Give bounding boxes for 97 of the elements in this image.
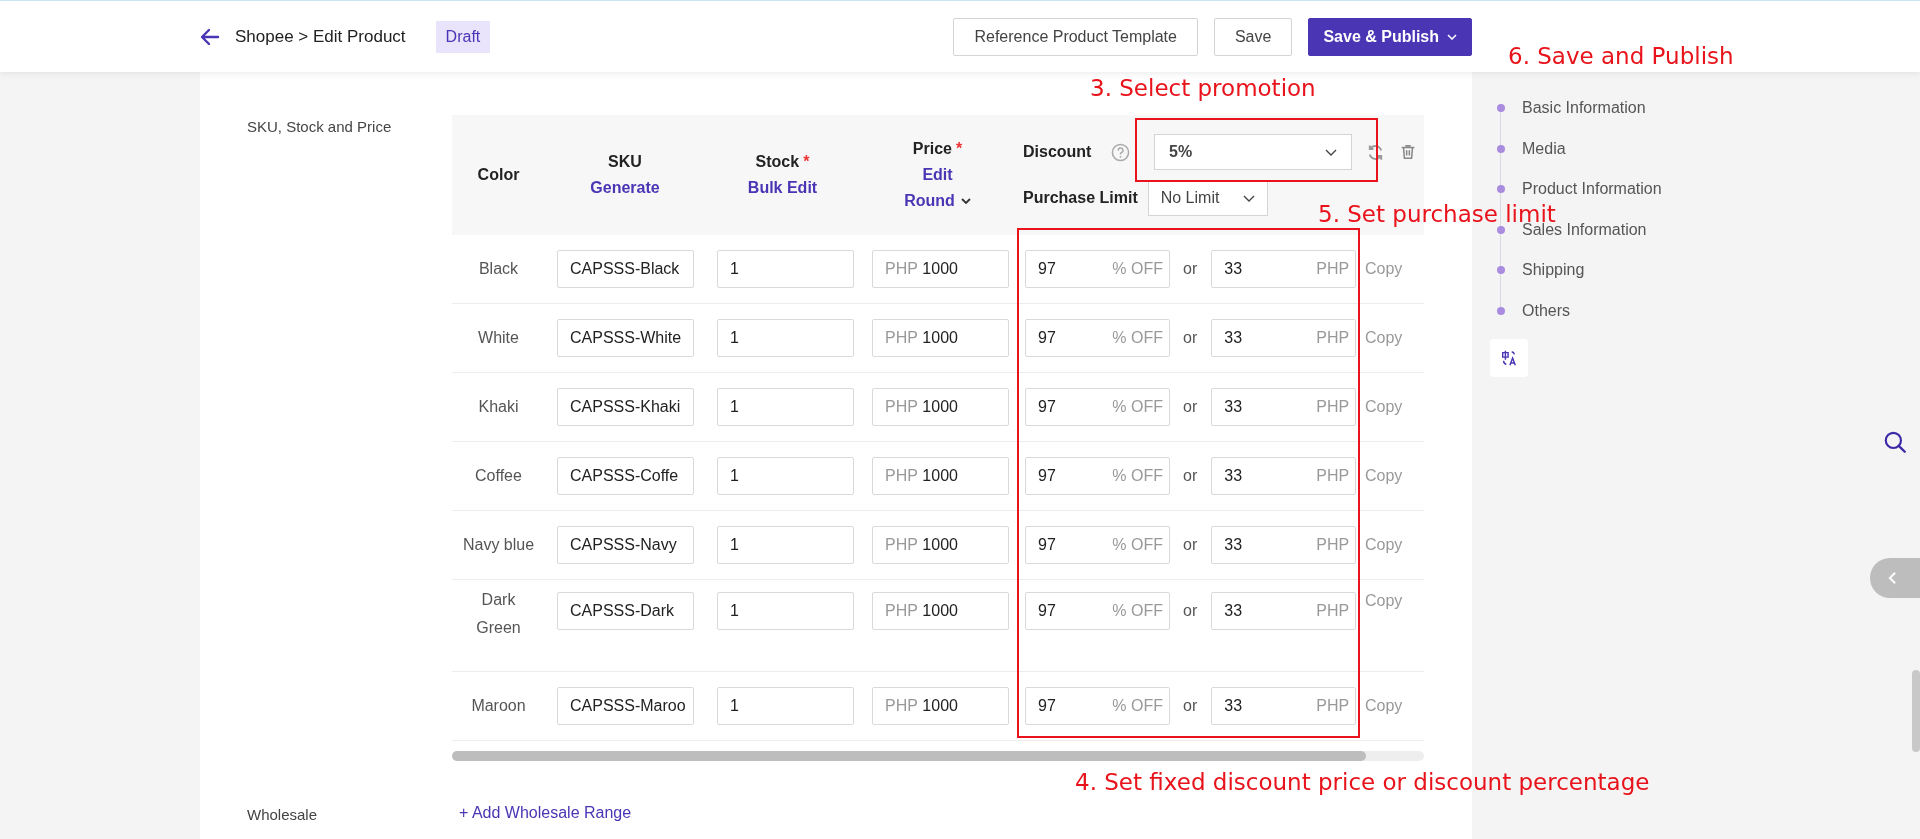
color-cell-text: Black <box>477 260 520 278</box>
timeline-dot <box>1497 104 1505 113</box>
discount-price-field[interactable]: 33 PHP <box>1211 388 1357 426</box>
discount-select[interactable]: 5% <box>1154 134 1352 170</box>
or-text: or <box>1183 329 1198 347</box>
chevron-down-icon <box>1242 194 1255 202</box>
timeline-dot <box>1497 144 1505 153</box>
sku-field[interactable]: CAPSSS-Navy <box>557 526 694 564</box>
stock-field[interactable]: 1 <box>717 319 854 357</box>
stock-field[interactable]: 1 <box>717 457 854 495</box>
sku-field[interactable]: CAPSSS-Dark <box>557 592 694 630</box>
or-text: or <box>1183 536 1198 554</box>
refresh-icon[interactable] <box>1366 142 1385 162</box>
color-cell-text: Khaki <box>477 398 520 416</box>
stock-field[interactable]: 1 <box>717 687 854 725</box>
help-icon[interactable] <box>1111 142 1130 162</box>
color-cell-text: White <box>477 329 520 347</box>
stock-field[interactable]: 1 <box>717 526 854 564</box>
vertical-scrollbar[interactable] <box>1912 670 1920 752</box>
price-field[interactable]: PHP 1000 <box>872 250 1009 288</box>
translate-icon <box>1500 349 1518 367</box>
discount-percent-field[interactable]: 97 % OFF <box>1025 687 1170 725</box>
color-cell-text: Navy blue <box>461 536 536 554</box>
annotation-text: 6. Save and Publish <box>1508 44 1734 70</box>
discount-price-field[interactable]: 33 PHP <box>1211 526 1357 564</box>
section-label: SKU, Stock and Price <box>247 117 393 137</box>
add-wholesale-link[interactable]: + Add Wholesale Range <box>459 804 632 822</box>
header-button[interactable]: Save <box>1213 17 1293 56</box>
annotation-text: 4. Set fixed discount price or discount percentage <box>1075 770 1650 796</box>
section-nav-item[interactable]: Media <box>1522 139 1566 158</box>
discount-label: Discount <box>1023 143 1093 161</box>
column-header: Price * <box>912 140 963 158</box>
discount-percent-field[interactable]: 97 % OFF <box>1025 457 1170 495</box>
sku-field[interactable]: CAPSSS-White <box>557 319 694 357</box>
purchase-limit-label: Purchase Limit <box>1023 189 1138 207</box>
stock-field[interactable]: 1 <box>717 250 854 288</box>
section-nav-item[interactable]: Product Information <box>1522 180 1662 199</box>
discount-percent-field[interactable]: 97 % OFF <box>1025 250 1170 288</box>
discount-percent-field[interactable]: 97 % OFF <box>1025 388 1170 426</box>
discount-percent-field[interactable]: 97 % OFF <box>1025 319 1170 357</box>
discount-percent-field[interactable]: 97 % OFF <box>1025 592 1170 630</box>
sku-field[interactable]: CAPSSS-Coffe <box>557 457 694 495</box>
column-header: Color <box>477 166 520 184</box>
stock-field[interactable]: 1 <box>717 592 854 630</box>
collapse-tab[interactable] <box>1870 558 1920 598</box>
timeline-dot <box>1497 306 1505 315</box>
color-cell-text: Coffee <box>474 467 523 485</box>
purchase-limit-select[interactable]: No Limit <box>1147 180 1268 216</box>
stock-field[interactable]: 1 <box>717 388 854 426</box>
chevron-down-icon <box>960 198 971 204</box>
section-label: Wholesale <box>247 805 319 823</box>
or-text: or <box>1183 697 1198 715</box>
trash-icon[interactable] <box>1399 143 1417 161</box>
column-header: SKU <box>608 153 642 171</box>
timeline-dot <box>1497 225 1505 234</box>
timeline-dot <box>1497 266 1505 275</box>
header-link[interactable]: Edit <box>922 166 953 184</box>
discount-price-field[interactable]: 33 PHP <box>1211 592 1357 630</box>
discount-price-field[interactable]: 33 PHP <box>1211 687 1357 725</box>
horizontal-scrollbar[interactable] <box>452 751 1424 761</box>
or-text: or <box>1183 260 1198 278</box>
search-icon[interactable] <box>1882 429 1908 455</box>
or-text: or <box>1183 398 1198 416</box>
chevron-left-icon <box>1888 571 1897 585</box>
chevron-down-icon <box>1447 33 1457 40</box>
price-field[interactable]: PHP 1000 <box>872 388 1009 426</box>
sku-field[interactable]: CAPSSS-Khaki <box>557 388 694 426</box>
annotation-text: 3. Select promotion <box>1090 76 1316 102</box>
discount-price-field[interactable]: 33 PHP <box>1211 319 1357 357</box>
price-field[interactable]: PHP 1000 <box>872 526 1009 564</box>
chevron-down-icon <box>1325 148 1337 156</box>
color-cell-text: Dark Green <box>475 590 522 638</box>
discount-price-field[interactable]: 33 PHP <box>1211 457 1357 495</box>
header-button[interactable]: Reference Product Template <box>953 17 1198 56</box>
or-text: or <box>1183 467 1198 485</box>
or-text: or <box>1183 602 1198 620</box>
discount-price-field[interactable]: 33 PHP <box>1211 250 1357 288</box>
price-field[interactable]: PHP 1000 <box>872 592 1009 630</box>
price-field[interactable]: PHP 1000 <box>872 319 1009 357</box>
sku-field[interactable]: CAPSSS-Maroo <box>557 687 694 725</box>
section-nav-item[interactable]: Others <box>1522 301 1570 320</box>
header-link[interactable]: Generate <box>590 179 660 197</box>
status-badge: Draft <box>435 20 491 53</box>
header-link[interactable]: Bulk Edit <box>747 179 818 197</box>
header-button[interactable]: Save & Publish <box>1308 17 1472 56</box>
breadcrumb: Shopee > Edit Product <box>235 26 406 47</box>
timeline-dot <box>1497 185 1505 194</box>
column-header: Stock * <box>755 153 810 171</box>
sku-field[interactable]: CAPSSS-Black <box>557 250 694 288</box>
price-field[interactable]: PHP 1000 <box>872 687 1009 725</box>
translate-button[interactable] <box>1490 339 1528 377</box>
section-nav-item[interactable]: Basic Information <box>1522 99 1646 118</box>
section-nav-item[interactable]: Shipping <box>1522 261 1585 280</box>
color-cell-text: Maroon <box>470 697 527 715</box>
header-link[interactable]: Round <box>904 192 971 210</box>
discount-percent-field[interactable]: 97 % OFF <box>1025 526 1170 564</box>
price-field[interactable]: PHP 1000 <box>872 457 1009 495</box>
